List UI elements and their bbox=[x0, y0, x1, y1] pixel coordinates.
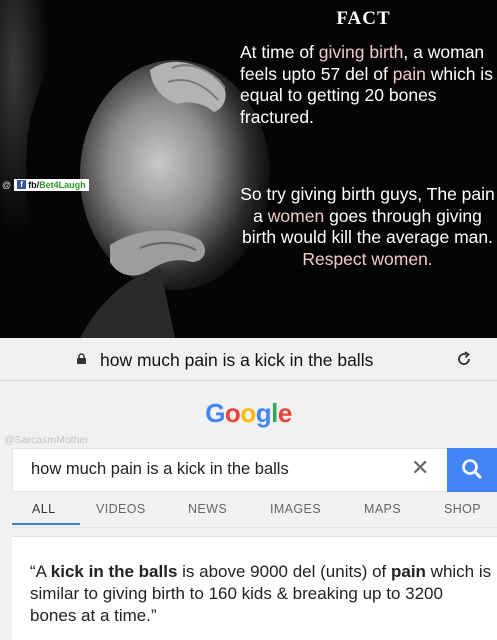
lock-icon bbox=[77, 353, 86, 364]
clear-icon[interactable]: ✕ bbox=[411, 457, 429, 479]
highlight-respect-women: Respect women. bbox=[302, 248, 433, 269]
fact-text-part: At time of bbox=[240, 42, 319, 62]
google-logo-letter: o bbox=[240, 398, 256, 428]
url-text[interactable]: how much pain is a kick in the balls bbox=[100, 350, 373, 371]
tab-videos[interactable]: VIDEOS bbox=[96, 502, 146, 516]
featured-snippet-card: “A kick in the balls is above 9000 del (… bbox=[12, 536, 497, 640]
tabs-divider bbox=[12, 527, 497, 528]
google-logo-letter: g bbox=[255, 398, 272, 428]
facebook-watermark: @ f fb/Bet4Laugh bbox=[2, 178, 89, 191]
highlight-giving-birth: giving birth bbox=[318, 42, 404, 62]
sarcasm-watermark: @SarcasmMother bbox=[4, 434, 89, 446]
search-box[interactable]: how much pain is a kick in the balls ✕ bbox=[12, 448, 497, 492]
watermark-handle: Bet4Laugh bbox=[39, 179, 86, 190]
tab-all[interactable]: ALL bbox=[32, 502, 55, 516]
active-tab-indicator bbox=[12, 523, 80, 525]
fact-paragraph-2: So try giving birth guys, The pain a wom… bbox=[240, 184, 495, 270]
watermark-box: f fb/Bet4Laugh bbox=[14, 178, 89, 191]
quote-part: “A bbox=[30, 562, 51, 581]
tab-images[interactable]: IMAGES bbox=[270, 502, 321, 516]
google-logo-letter: l bbox=[271, 398, 278, 428]
tab-maps[interactable]: MAPS bbox=[364, 502, 401, 516]
google-logo[interactable]: Google bbox=[0, 398, 497, 429]
google-logo-letter: o bbox=[224, 398, 241, 428]
search-input[interactable]: how much pain is a kick in the balls bbox=[31, 460, 289, 479]
meme-panel: FACT At time of giving birth, a woman fe… bbox=[0, 0, 497, 338]
search-icon bbox=[462, 459, 482, 479]
quote-part: is above 9000 del (units) of bbox=[177, 562, 391, 581]
google-search-screenshot: how much pain is a kick in the balls Goo… bbox=[0, 338, 497, 640]
tab-shopping[interactable]: SHOP bbox=[444, 502, 481, 516]
google-logo-letter: G bbox=[205, 398, 225, 428]
quote-bold-kick: kick in the balls bbox=[50, 562, 178, 581]
facebook-icon: f bbox=[17, 180, 27, 189]
snippet-quote: “A kick in the balls is above 9000 del (… bbox=[30, 561, 492, 627]
search-button[interactable] bbox=[447, 448, 497, 492]
watermark-at: @ bbox=[2, 179, 12, 190]
google-logo-letter: e bbox=[277, 398, 292, 428]
watermark-handle-prefix: fb/ bbox=[28, 179, 40, 190]
tab-news[interactable]: NEWS bbox=[188, 502, 227, 516]
reload-icon[interactable] bbox=[455, 350, 473, 368]
fact-paragraph-1: At time of giving birth, a woman feels u… bbox=[240, 42, 495, 128]
address-bar-divider bbox=[0, 380, 497, 381]
highlight-women: women bbox=[267, 205, 325, 226]
fact-heading: FACT bbox=[336, 8, 391, 29]
search-tabs: ALL VIDEOS NEWS IMAGES MAPS SHOP bbox=[12, 498, 497, 528]
highlight-pain: pain bbox=[392, 63, 426, 84]
quote-bold-pain: pain bbox=[390, 562, 426, 581]
